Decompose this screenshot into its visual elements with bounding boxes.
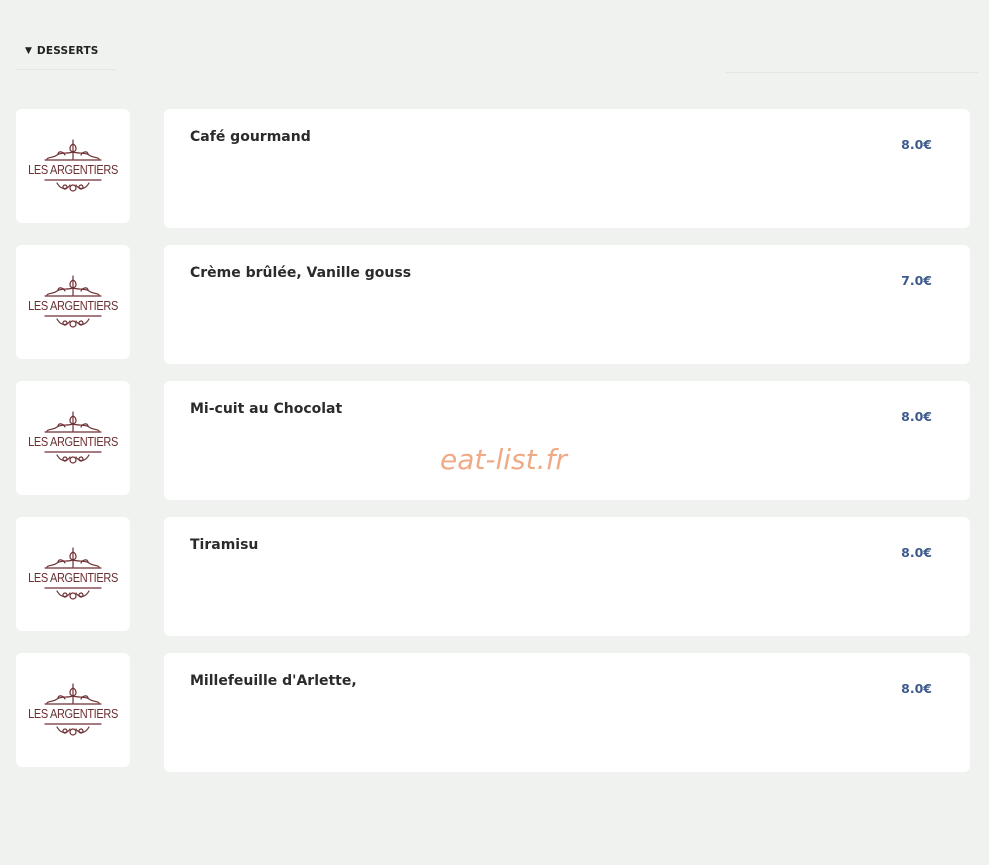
logo-text: LES ARGENTIERS xyxy=(28,707,118,721)
item-name: Tiramisu xyxy=(190,537,259,553)
logo-ornament-top-icon xyxy=(44,139,102,161)
item-thumbnail[interactable]: LES ARGENTIERS xyxy=(16,381,130,495)
item-name: Crème brûlée, Vanille gouss xyxy=(190,265,412,281)
menu-item-row: LES ARGENTIERS Millefeuille d'Arlette, 8… xyxy=(16,653,970,772)
menu-item-card[interactable]: Crème brûlée, Vanille gouss 7.0€ xyxy=(164,245,970,364)
item-thumbnail[interactable]: LES ARGENTIERS xyxy=(16,653,130,767)
restaurant-logo: LES ARGENTIERS xyxy=(22,546,124,602)
logo-ornament-bottom-icon xyxy=(44,315,102,328)
menu-item-row: LES ARGENTIERS Tiramisu 8.0€ xyxy=(16,517,970,636)
logo-ornament-bottom-icon xyxy=(44,451,102,464)
item-price: 8.0€ xyxy=(901,545,932,560)
menu-item-card[interactable]: Millefeuille d'Arlette, 8.0€ xyxy=(164,653,970,772)
logo-ornament-top-icon xyxy=(44,683,102,705)
logo-ornament-top-icon xyxy=(44,411,102,433)
item-price: 8.0€ xyxy=(901,409,932,424)
logo-ornament-bottom-icon xyxy=(44,179,102,192)
restaurant-logo: LES ARGENTIERS xyxy=(22,274,124,330)
menu-item-card[interactable]: Mi-cuit au Chocolat 8.0€ xyxy=(164,381,970,500)
item-name: Millefeuille d'Arlette, xyxy=(190,673,357,689)
item-price: 8.0€ xyxy=(901,137,932,152)
logo-ornament-bottom-icon xyxy=(44,723,102,736)
section-title: DESSERTS xyxy=(36,45,99,57)
section-header: ▼ DESSERTS xyxy=(16,40,116,70)
menu-item-card[interactable]: Tiramisu 8.0€ xyxy=(164,517,970,636)
logo-text: LES ARGENTIERS xyxy=(28,299,118,313)
menu-item-row: LES ARGENTIERS Crème brûlée, Vanille gou… xyxy=(16,245,970,364)
restaurant-logo: LES ARGENTIERS xyxy=(22,410,124,466)
item-name: Café gourmand xyxy=(190,129,311,145)
logo-text: LES ARGENTIERS xyxy=(28,435,118,449)
item-thumbnail[interactable]: LES ARGENTIERS xyxy=(16,245,130,359)
item-price: 7.0€ xyxy=(901,273,932,288)
section-divider xyxy=(726,72,978,73)
logo-ornament-top-icon xyxy=(44,547,102,569)
menu-item-row: LES ARGENTIERS Mi-cuit au Chocolat 8.0€ xyxy=(16,381,970,500)
item-name: Mi-cuit au Chocolat xyxy=(190,401,343,417)
item-price: 8.0€ xyxy=(901,681,932,696)
logo-text: LES ARGENTIERS xyxy=(28,163,118,177)
item-thumbnail[interactable]: LES ARGENTIERS xyxy=(16,109,130,223)
restaurant-logo: LES ARGENTIERS xyxy=(22,682,124,738)
menu-item-list: LES ARGENTIERS Café gourmand 8.0€ LES AR… xyxy=(16,109,970,789)
menu-item-row: LES ARGENTIERS Café gourmand 8.0€ xyxy=(16,109,970,228)
logo-ornament-bottom-icon xyxy=(44,587,102,600)
logo-text: LES ARGENTIERS xyxy=(28,571,118,585)
logo-ornament-top-icon xyxy=(44,275,102,297)
caret-down-icon[interactable]: ▼ xyxy=(25,46,32,56)
restaurant-logo: LES ARGENTIERS xyxy=(22,138,124,194)
item-thumbnail[interactable]: LES ARGENTIERS xyxy=(16,517,130,631)
menu-item-card[interactable]: Café gourmand 8.0€ xyxy=(164,109,970,228)
section-toggle-desserts[interactable]: ▼ DESSERTS xyxy=(25,45,99,57)
